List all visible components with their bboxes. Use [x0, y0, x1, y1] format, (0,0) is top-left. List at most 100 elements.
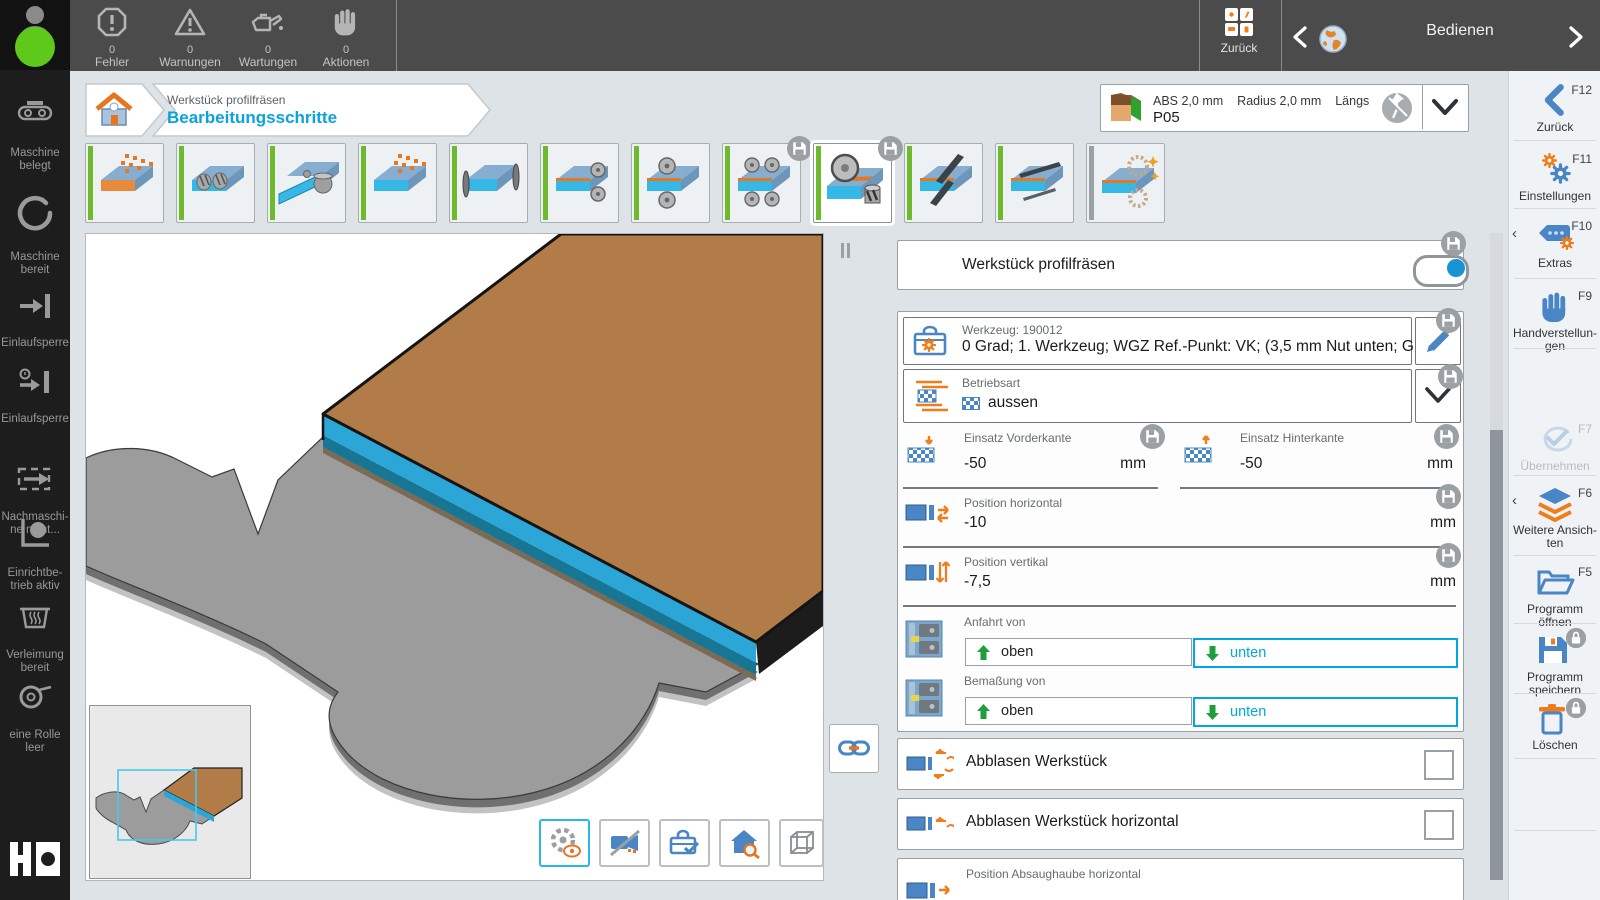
toolbox-icon: [912, 324, 950, 358]
fkey-programm-speichern[interactable]: Programm speichern: [1509, 631, 1600, 693]
breadcrumb-parent[interactable]: Werkstück profilfräsen: [167, 93, 285, 107]
bemassung-von-label: Bemaßung von: [964, 674, 1045, 688]
arrow-up-green-icon: [976, 644, 991, 661]
einsatz-hinterkante-icon: [1182, 434, 1220, 466]
nav-prev-icon[interactable]: [1292, 26, 1308, 48]
toggle-knob: [1447, 259, 1465, 277]
position-horizontal-value[interactable]: -10: [964, 514, 986, 532]
fkey-caption: Zurück: [1509, 121, 1600, 134]
einsatz-hinterkante-value[interactable]: -50: [1240, 455, 1262, 473]
bemassung-oben-option[interactable]: oben: [965, 697, 1192, 725]
position-vertikal-label: Position vertikal: [964, 555, 1048, 569]
option-label: oben: [1001, 703, 1033, 719]
settings-gears-icon: [1535, 152, 1575, 188]
fkey-programm-oeffnen[interactable]: F5 Programm öffnen: [1509, 563, 1600, 623]
fkey-einstellungen[interactable]: F11 Einstellungen: [1509, 150, 1600, 208]
step-four-rollers[interactable]: [722, 143, 801, 223]
status-warnings[interactable]: 0 Warnungen: [150, 6, 230, 69]
step-edge-feed[interactable]: [267, 143, 346, 223]
minimap[interactable]: [89, 705, 251, 879]
step-buffing[interactable]: [1086, 143, 1165, 223]
werkzeug-label: Werkzeug: 190012: [962, 323, 1063, 337]
step-pressure-discs[interactable]: [449, 143, 528, 223]
fkey-extras[interactable]: ‹ F10 Extras: [1509, 217, 1600, 277]
fkey-uebernehmen[interactable]: F7 Übernehmen: [1509, 420, 1600, 475]
save-badge-icon: [1441, 231, 1466, 256]
link-values-button[interactable]: [829, 724, 879, 773]
camera-off-button[interactable]: [599, 819, 650, 867]
werkzeug-value: 0 Grad; 1. Werkzeug; WGZ Ref.-Punkt: VK;…: [962, 338, 1436, 356]
anfahrt-oben-option[interactable]: oben: [965, 638, 1192, 666]
hand-icon: [1535, 289, 1575, 325]
material-bar[interactable]: ABS 2,0 mmRadius 2,0 mmLängs P05: [1100, 84, 1469, 132]
fkey-label: F11: [1572, 152, 1592, 166]
panel-scrollbar[interactable]: [1490, 233, 1503, 880]
step-flat-scraper[interactable]: [995, 143, 1074, 223]
abblasen-horizontal-checkbox[interactable]: [1424, 810, 1454, 840]
collapse-chevron[interactable]: ‹: [1512, 225, 1517, 242]
function-rail: F12 Zurück F11 Einstellungen ‹ F10 E: [1508, 71, 1600, 900]
step-trim-rollers[interactable]: [631, 143, 710, 223]
status-label: Maschine belegt: [10, 147, 59, 172]
fkey-handverstellungen[interactable]: F9 Handverstellun- gen: [1509, 287, 1600, 347]
dashboard-back-button[interactable]: Zurück: [1198, 6, 1280, 55]
anfahrt-unten-option-selected[interactable]: unten: [1193, 638, 1458, 668]
abblasen-label: Abblasen Werkstück: [966, 753, 1107, 771]
step-spray-edge[interactable]: [358, 143, 437, 223]
viewport-3d[interactable]: [85, 233, 824, 881]
fkey-loeschen[interactable]: Löschen: [1509, 701, 1600, 757]
position-vertikal-value[interactable]: -7,5: [964, 573, 991, 591]
werkzeug-field[interactable]: Werkzeug: 190012 0 Grad; 1. Werkzeug; WG…: [903, 317, 1412, 365]
globe-icon[interactable]: [1318, 24, 1348, 54]
toolbox-check-button[interactable]: [659, 819, 710, 867]
fkey-zurueck[interactable]: F12 Zurück: [1509, 81, 1600, 139]
step-spray-top[interactable]: [85, 143, 164, 223]
show-tool-button[interactable]: [539, 819, 590, 867]
feature-title: Werkstück profilfräsen: [962, 256, 1115, 274]
glue-pot-icon: [18, 601, 52, 631]
feature-toggle[interactable]: [1413, 255, 1469, 287]
roll-icon: [17, 681, 53, 711]
material-dropdown-chevron[interactable]: [1431, 98, 1459, 118]
status-actions[interactable]: 0 Aktionen: [306, 6, 386, 69]
nav-next-icon[interactable]: [1568, 26, 1584, 48]
betriebsart-field[interactable]: Betriebsart aussen: [903, 369, 1412, 423]
einsatz-vorderkante-value[interactable]: -50: [964, 455, 986, 473]
apply-check-icon: [1535, 422, 1575, 456]
field-underline: [903, 605, 1456, 607]
save-badge-icon: [878, 136, 903, 161]
step-scraper[interactable]: [904, 143, 983, 223]
dashed-through-icon: [16, 465, 54, 493]
tool-blade-icon: [548, 827, 582, 859]
step-profilfraesen-selected[interactable]: [813, 143, 892, 223]
splitter-handle[interactable]: [841, 243, 844, 258]
camera-off-icon: [608, 828, 642, 858]
collapse-chevron[interactable]: ‹: [1512, 492, 1517, 509]
extras-tag-icon: [1535, 219, 1577, 255]
arrow-clock-stop-icon: [18, 367, 52, 395]
step-glue-rollers[interactable]: [176, 143, 255, 223]
fkey-caption: Löschen: [1509, 739, 1600, 752]
cube-view-button[interactable]: [779, 819, 824, 867]
position-horizontal-icon: [905, 500, 951, 526]
user-status[interactable]: [0, 0, 70, 70]
brand-logo: [10, 842, 60, 881]
status-label: Einlaufsperre: [1, 337, 69, 349]
abblasen-icon: [906, 747, 954, 781]
field-underline: [1180, 487, 1456, 489]
position-vertikal-icon: [905, 559, 951, 587]
unit-label: mm: [1414, 514, 1456, 532]
status-rail: Maschine belegt Maschine bereit Einlaufs…: [0, 0, 70, 900]
fkey-weitere-ansichten[interactable]: ‹ F6 Weitere Ansich- ten: [1509, 484, 1600, 548]
einsatz-vorderkante-icon: [905, 434, 943, 466]
panel-scrollbar-thumb[interactable]: [1490, 430, 1503, 880]
status-maintenance[interactable]: 0 Wartungen: [228, 6, 308, 69]
bemassung-unten-option-selected[interactable]: unten: [1193, 697, 1458, 727]
home-view-button[interactable]: [719, 819, 770, 867]
status-errors[interactable]: 0 Fehler: [72, 6, 152, 69]
abblasen-checkbox[interactable]: [1424, 750, 1454, 780]
splitter-handle[interactable]: [847, 243, 850, 258]
home-zoom-icon: [728, 827, 762, 859]
pin-disabled-icon[interactable]: [1381, 92, 1413, 124]
step-edge-rollers[interactable]: [540, 143, 619, 223]
